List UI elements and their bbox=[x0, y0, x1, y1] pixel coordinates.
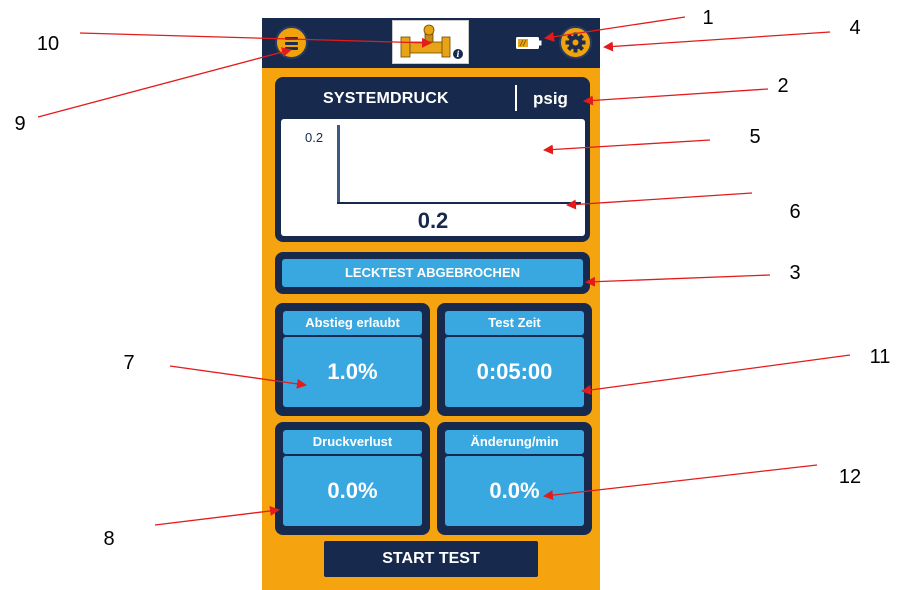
callout-3: 3 bbox=[789, 262, 801, 284]
callout-4: 4 bbox=[849, 17, 861, 39]
callout-5: 5 bbox=[749, 126, 761, 148]
callout-12: 12 bbox=[838, 466, 862, 488]
callout-9: 9 bbox=[14, 113, 26, 135]
callout-arrow-12 bbox=[543, 464, 818, 501]
callout-1: 1 bbox=[702, 7, 714, 29]
callout-arrow-9 bbox=[37, 47, 292, 118]
callout-arrow-11 bbox=[581, 354, 851, 395]
callout-arrow-2 bbox=[583, 88, 769, 106]
callout-arrow-5 bbox=[543, 139, 711, 155]
callout-8: 8 bbox=[103, 528, 115, 550]
callout-11: 11 bbox=[869, 346, 891, 368]
callout-arrow-1 bbox=[544, 16, 686, 42]
callout-arrow-4 bbox=[603, 31, 831, 52]
callout-arrow-7 bbox=[169, 365, 307, 389]
callout-arrow-3 bbox=[585, 274, 771, 287]
callout-10: 10 bbox=[36, 33, 60, 55]
callout-arrow-6 bbox=[566, 192, 753, 210]
callout-6: 6 bbox=[789, 201, 801, 223]
callout-2: 2 bbox=[777, 75, 789, 97]
callout-arrow-10 bbox=[79, 32, 432, 48]
callout-7: 7 bbox=[123, 352, 135, 374]
callout-arrow-8 bbox=[154, 506, 280, 526]
